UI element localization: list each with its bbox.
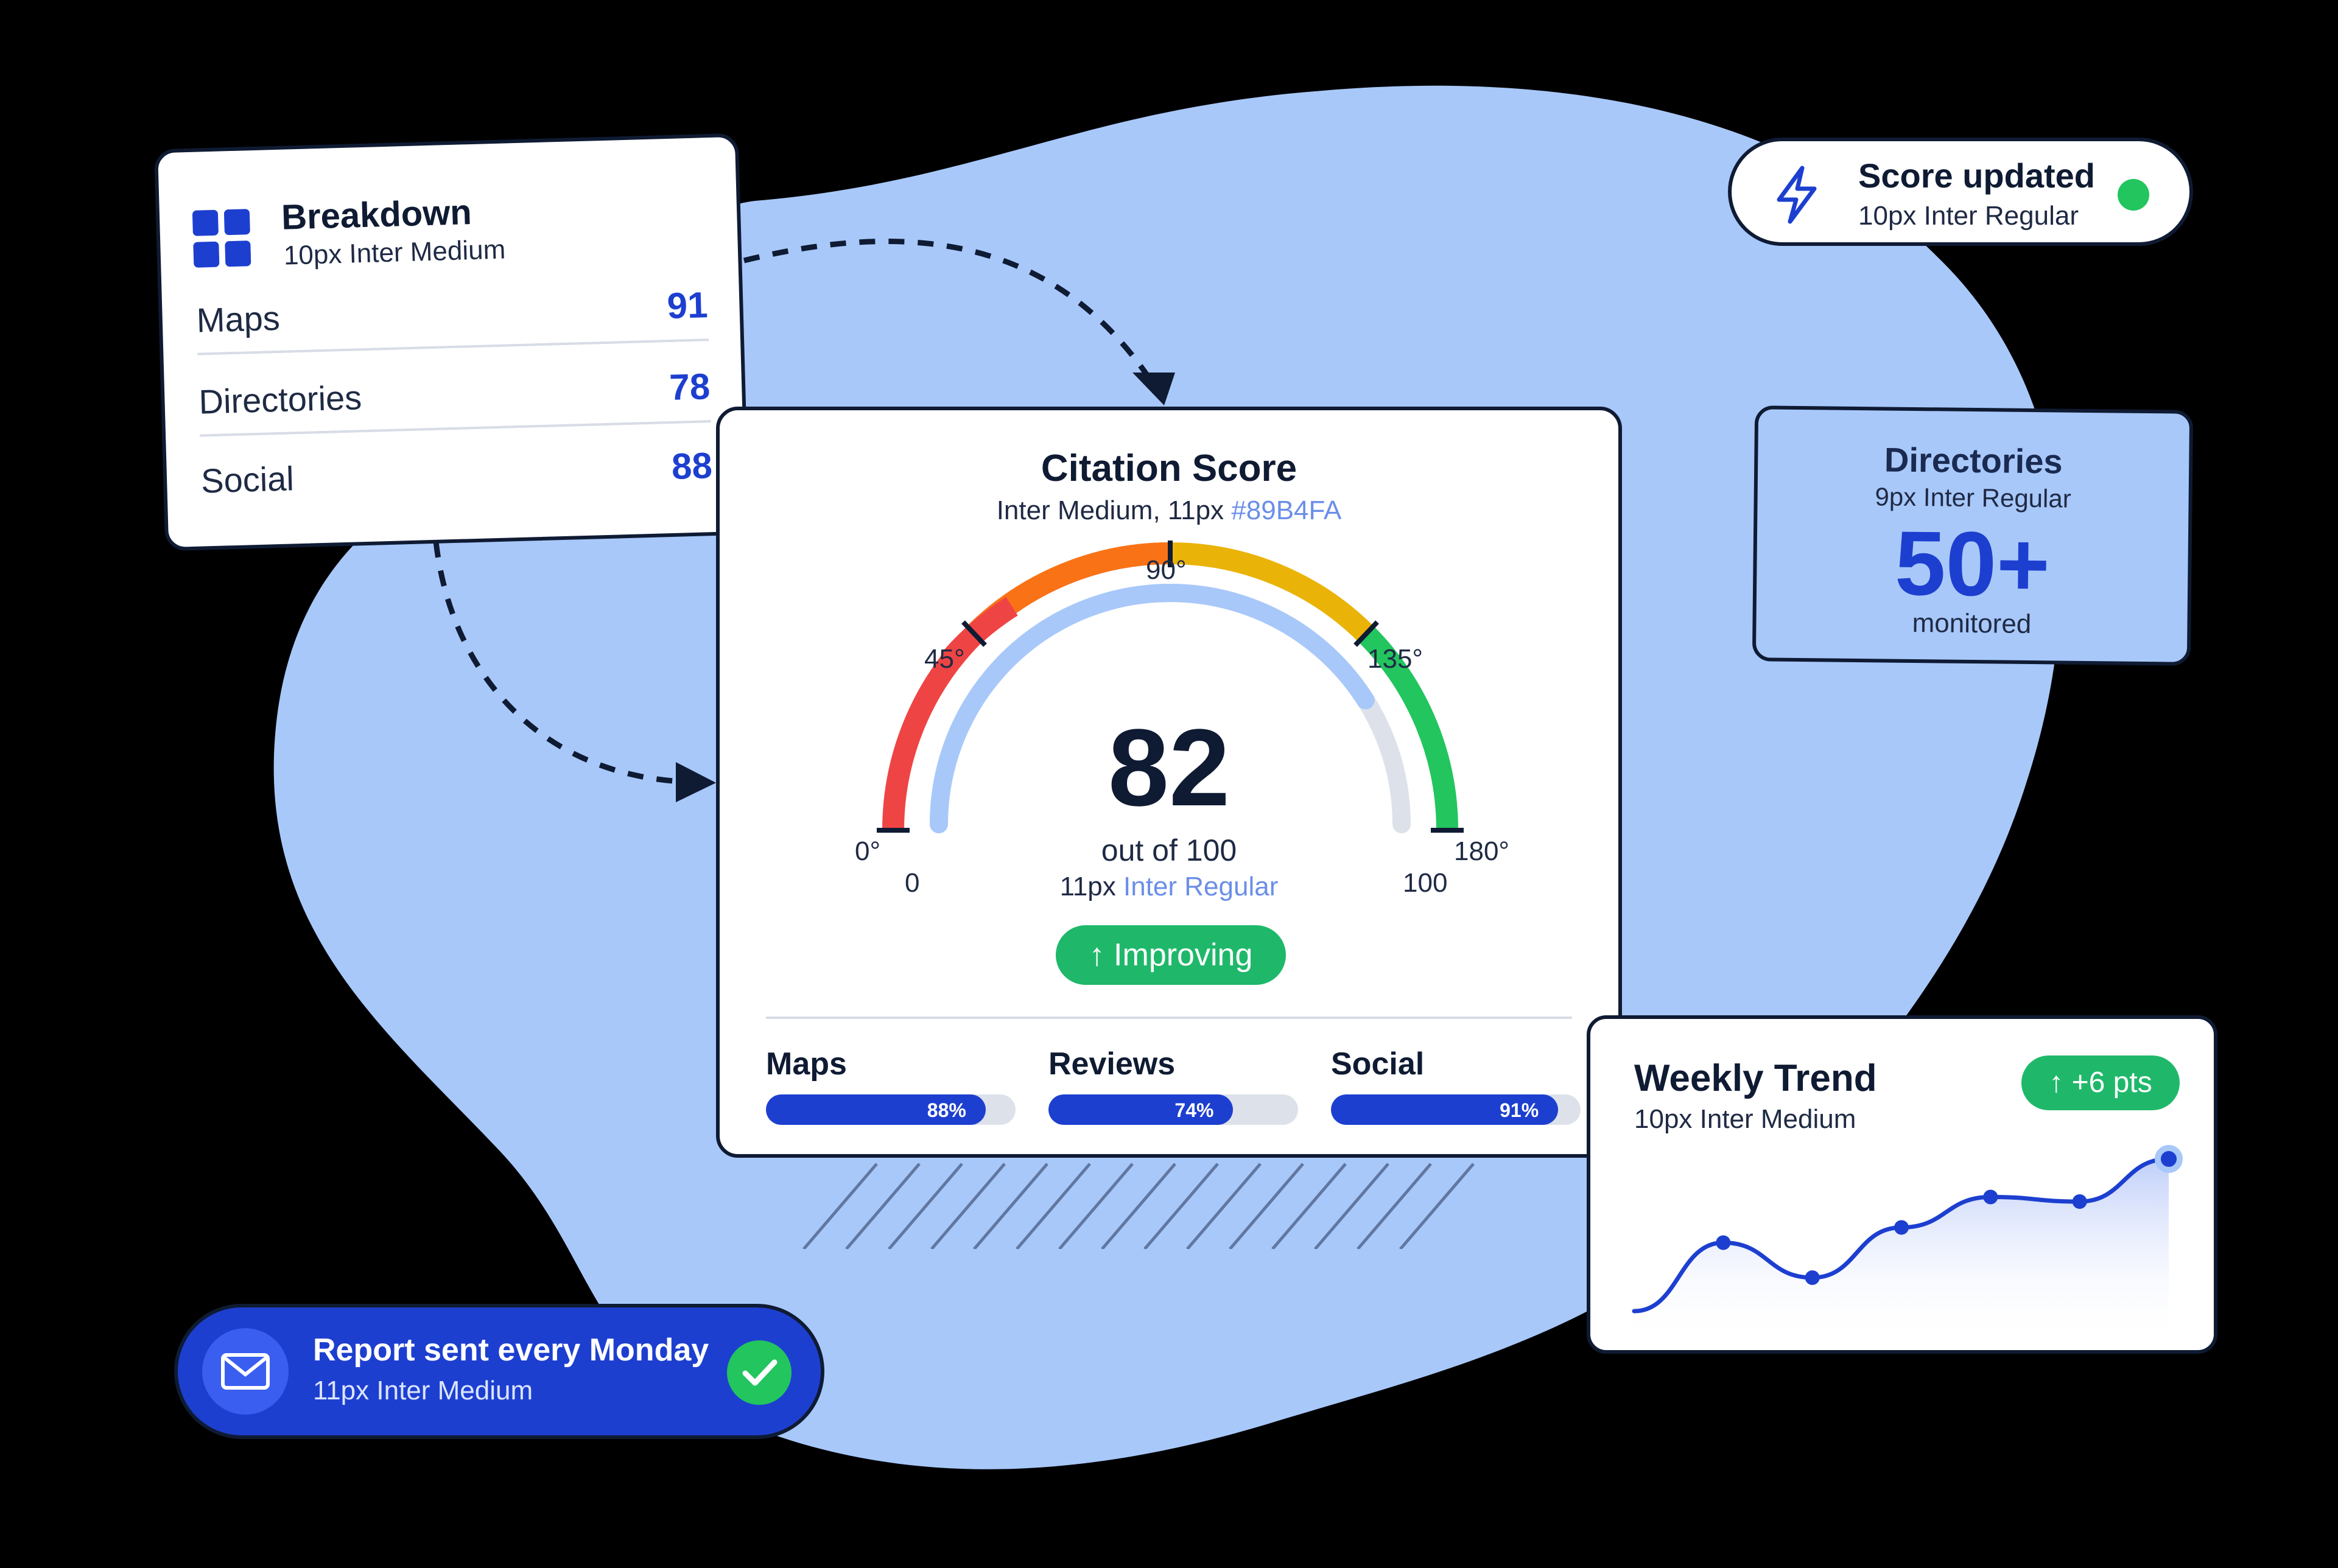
score-value: 82: [1108, 707, 1230, 829]
lightning-icon: [1777, 166, 1817, 224]
row-label: Directories: [198, 378, 362, 421]
font-size: 11px: [1059, 872, 1123, 901]
directories-title: Directories: [1884, 440, 2063, 481]
trend-subtitle: 10px Inter Medium: [1634, 1104, 1856, 1134]
card-divider: [766, 1017, 1572, 1019]
gauge-label-45deg: 45°: [924, 644, 965, 674]
progress-percent: 91%: [1500, 1099, 1539, 1121]
trend-point-latest: [2155, 1145, 2183, 1173]
progress-reviews: Reviews 74%: [1048, 1046, 1298, 1125]
trend-point: [1805, 1270, 1820, 1285]
grid-icon: [192, 209, 251, 268]
citation-title: Citation Score: [1041, 447, 1297, 489]
progress-track: 88%: [766, 1094, 1016, 1125]
progress-maps: Maps 88%: [766, 1046, 1016, 1125]
breakdown-row-maps: Maps 91: [195, 268, 709, 355]
citation-score-card: Citation Score Inter Medium, 11px #89B4F…: [716, 407, 1622, 1158]
breakdown-row-directories: Directories 78: [198, 349, 711, 437]
subtitle-prefix: Inter Medium, 11px: [996, 495, 1232, 525]
row-label: Maps: [195, 298, 281, 340]
breakdown-title: Breakdown: [281, 192, 472, 237]
gauge-label-135deg: 135°: [1367, 644, 1424, 674]
score-out-of: out of 100: [1101, 833, 1237, 867]
score-updated-subtitle: 10px Inter Regular: [1858, 201, 2079, 231]
report-schedule-pill[interactable]: Report sent every Monday 11px Inter Medi…: [174, 1304, 824, 1439]
trend-point: [1716, 1235, 1731, 1250]
directories-caption: monitored: [1912, 607, 2032, 640]
check-icon: [727, 1340, 792, 1405]
progress-label: Social: [1331, 1046, 1425, 1082]
directories-card: Directories 9px Inter Regular 50+ monito…: [1752, 405, 2194, 666]
row-label: Social: [200, 459, 295, 500]
breakdown-card: Breakdown 10px Inter Medium Maps 91 Dire…: [153, 133, 750, 551]
trend-area: [1634, 1159, 2169, 1342]
mail-icon: [202, 1328, 289, 1415]
improving-badge: ↑ Improving: [1056, 925, 1286, 985]
progress-social: Social 91%: [1331, 1046, 1581, 1125]
row-value: 88: [671, 445, 713, 487]
progress-track: 74%: [1048, 1094, 1298, 1125]
breakdown-row-social: Social 88: [200, 429, 713, 516]
trend-change-badge: ↑ +6 pts: [2021, 1055, 2180, 1110]
trend-point: [2072, 1194, 2087, 1209]
trend-point: [1983, 1189, 1998, 1205]
font-name: Inter Regular: [1123, 872, 1279, 901]
progress-label: Maps: [766, 1046, 847, 1082]
gauge-label-90deg: 90°: [1146, 555, 1187, 585]
breakdown-subtitle: 10px Inter Medium: [283, 234, 506, 271]
status-dot: [2118, 179, 2149, 211]
score-font-note: 11px Inter Regular: [720, 872, 1618, 902]
progress-percent: 88%: [927, 1099, 966, 1121]
trend-title: Weekly Trend: [1634, 1057, 1877, 1099]
subtitle-hex: #89B4FA: [1231, 495, 1342, 525]
row-value: 78: [669, 366, 711, 408]
weekly-trend-card: Weekly Trend 10px Inter Medium ↑ +6 pts: [1587, 1015, 2217, 1354]
directories-count: 50+: [1894, 511, 2051, 616]
trend-point: [1894, 1220, 1909, 1235]
score-updated-title: Score updated: [1858, 156, 2095, 195]
score-updated-notification[interactable]: Score updated 10px Inter Regular: [1728, 138, 2193, 246]
progress-percent: 74%: [1174, 1099, 1214, 1121]
row-value: 91: [666, 284, 709, 327]
progress-track: 91%: [1331, 1094, 1581, 1125]
citation-subtitle: Inter Medium, 11px #89B4FA: [720, 495, 1618, 526]
report-subtitle: 11px Inter Medium: [313, 1376, 533, 1405]
hatch-shadow: [802, 1163, 1475, 1249]
report-title: Report sent every Monday: [313, 1332, 709, 1368]
progress-label: Reviews: [1048, 1046, 1176, 1082]
